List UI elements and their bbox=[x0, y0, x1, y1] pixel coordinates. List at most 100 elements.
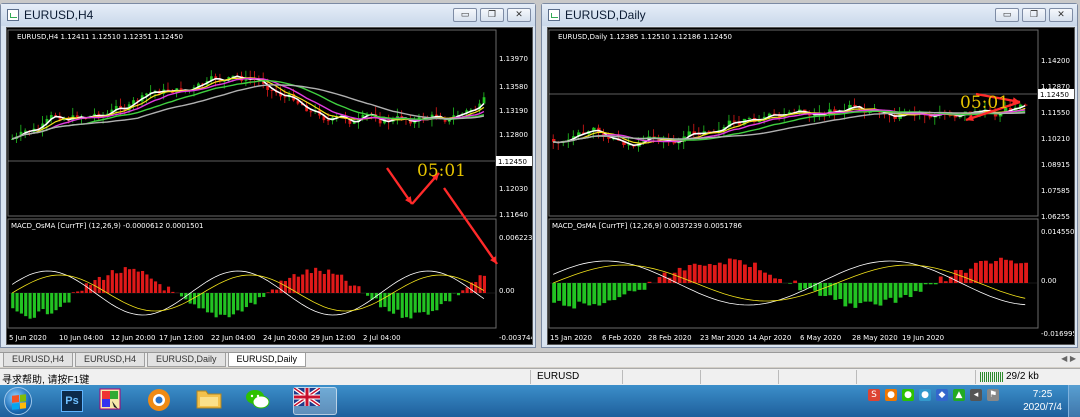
macd-histogram-bar bbox=[758, 270, 762, 283]
window-titlebar[interactable]: EURUSD,H4 ▭ ❐ ✕ bbox=[1, 4, 535, 26]
tab-scroll-arrows[interactable]: ◀ ▶ bbox=[1061, 354, 1076, 363]
macd-histogram-bar bbox=[461, 290, 465, 293]
macd-histogram-bar bbox=[106, 275, 110, 293]
wechat-tray-icon[interactable]: ● bbox=[902, 389, 914, 401]
macd-histogram-bar bbox=[722, 264, 727, 283]
macd-histogram-bar bbox=[552, 283, 557, 303]
photoshop-icon: Ps bbox=[61, 390, 83, 412]
sogou-input-icon[interactable]: S bbox=[868, 389, 880, 401]
macd-histogram-bar bbox=[557, 283, 562, 301]
candle-body bbox=[309, 111, 313, 113]
status-bar: 寻求帮助, 请按F1键 EURUSD 29/2 kb bbox=[0, 368, 1080, 386]
time-tick-label: 14 Apr 2020 bbox=[748, 334, 791, 342]
chart-canvas[interactable]: EURUSD,H4 1.12411 1.12510 1.12351 1.1245… bbox=[7, 28, 533, 345]
tab-eurusd-daily[interactable]: EURUSD,Daily bbox=[227, 353, 307, 367]
browser-taskbar-button[interactable] bbox=[146, 387, 190, 415]
macd-histogram-bar bbox=[45, 293, 49, 315]
tab-eurusd-h4[interactable]: EURUSD,H4 bbox=[75, 353, 146, 367]
macd-histogram-bar bbox=[893, 283, 898, 303]
tab-eurusd-h4[interactable]: EURUSD,H4 bbox=[3, 353, 74, 367]
chart-canvas[interactable]: EURUSD,Daily 1.12385 1.12510 1.12186 1.1… bbox=[548, 28, 1075, 345]
qq-tray-icon[interactable]: ● bbox=[919, 389, 931, 401]
start-button[interactable] bbox=[4, 387, 32, 415]
macd-histogram-bar bbox=[928, 283, 933, 285]
macd-histogram-bar bbox=[607, 283, 612, 301]
restore-button[interactable]: ❐ bbox=[480, 8, 504, 22]
price-chart-area[interactable]: EURUSD,H4 1.12411 1.12510 1.12351 1.1245… bbox=[6, 27, 533, 345]
price-plot-frame bbox=[548, 29, 1039, 217]
status-help-text: 寻求帮助, 请按F1键 bbox=[2, 375, 90, 386]
macd-histogram-bar bbox=[732, 259, 737, 283]
red-arrow-annotation bbox=[443, 187, 498, 265]
explorer-taskbar-button[interactable] bbox=[196, 387, 240, 415]
macd-histogram-bar bbox=[353, 285, 357, 293]
macd-histogram-bar bbox=[918, 283, 923, 292]
chart-window-daily[interactable]: EURUSD,Daily ▭ ❐ ✕ EURUSD,Daily 1.12385 … bbox=[541, 3, 1078, 348]
speaker-icon[interactable]: ◂ bbox=[970, 389, 982, 401]
window-title: EURUSD,Daily bbox=[565, 8, 646, 22]
macd-histogram-bar bbox=[201, 293, 205, 309]
macd-histogram-bar bbox=[435, 293, 439, 311]
network-icon[interactable]: ▲ bbox=[953, 389, 965, 401]
taskbar-clock[interactable]: 7:25 2020/7/4 bbox=[1023, 388, 1062, 414]
folder-icon bbox=[196, 390, 222, 409]
macd-histogram-bar bbox=[279, 280, 283, 293]
tab-eurusd-daily[interactable]: EURUSD,Daily bbox=[147, 353, 226, 367]
price-chart-area[interactable]: EURUSD,Daily 1.12385 1.12510 1.12186 1.1… bbox=[547, 27, 1075, 345]
macd-histogram-bar bbox=[943, 281, 948, 283]
macd-histogram-bar bbox=[1019, 263, 1023, 283]
close-button[interactable]: ✕ bbox=[507, 8, 531, 22]
macd-histogram-bar bbox=[357, 286, 361, 293]
security-app-icon[interactable]: ● bbox=[885, 389, 897, 401]
macd-histogram-bar bbox=[798, 283, 803, 291]
macd-histogram-bar bbox=[707, 263, 712, 283]
macd-histogram-bar bbox=[162, 290, 166, 293]
price-tick-label: 1.13580 bbox=[499, 83, 528, 91]
macd-histogram-bar bbox=[296, 276, 300, 293]
wechat-taskbar-button[interactable] bbox=[244, 387, 288, 415]
minimize-button[interactable]: ▭ bbox=[995, 8, 1019, 22]
macd-histogram-bar bbox=[868, 283, 873, 302]
macd-histogram-bar bbox=[1014, 263, 1018, 283]
macd-histogram-bar bbox=[158, 284, 162, 293]
minimize-button[interactable]: ▭ bbox=[453, 8, 477, 22]
windows-taskbar: Ps S ● ● ● ◆ ▲ ◂ ⚑ 7:25 2020/7/4 bbox=[0, 385, 1080, 417]
macd-histogram-bar bbox=[973, 262, 978, 283]
traffic-text: 29/2 kb bbox=[1006, 371, 1039, 382]
photoshop-taskbar-button[interactable]: Ps bbox=[50, 387, 94, 415]
macd-histogram-bar bbox=[465, 287, 469, 293]
macd-histogram-bar bbox=[63, 293, 67, 303]
macd-histogram-bar bbox=[426, 293, 430, 315]
window-titlebar[interactable]: EURUSD,Daily ▭ ❐ ✕ bbox=[542, 4, 1077, 26]
macd-histogram-bar bbox=[275, 289, 279, 293]
macd-tick-label: 0.00 bbox=[499, 287, 515, 295]
shield-icon[interactable]: ◆ bbox=[936, 389, 948, 401]
moving-average-line bbox=[11, 84, 485, 140]
macd-histogram-bar bbox=[50, 293, 54, 314]
current-price-label: 1.12450 bbox=[498, 158, 527, 166]
paint-taskbar-button[interactable] bbox=[98, 387, 142, 415]
show-desktop-button[interactable] bbox=[1068, 385, 1080, 417]
connection-bars-icon bbox=[980, 371, 1003, 382]
price-tick-label: 1.14200 bbox=[1041, 57, 1070, 65]
chart-window-h4[interactable]: EURUSD,H4 ▭ ❐ ✕ EURUSD,H4 1.12411 1.1251… bbox=[0, 3, 536, 348]
connection-status[interactable]: 29/2 kb bbox=[980, 371, 1039, 382]
status-divider bbox=[622, 370, 623, 384]
macd-header: MACD_OsMA [CurrTF] (12,26,9) -0.0000612 … bbox=[11, 222, 204, 230]
macd-histogram-bar bbox=[19, 293, 23, 314]
flag-icon[interactable]: ⚑ bbox=[987, 389, 999, 401]
metatrader-taskbar-button[interactable] bbox=[293, 387, 337, 415]
restore-button[interactable]: ❐ bbox=[1022, 8, 1046, 22]
macd-histogram-bar bbox=[244, 293, 248, 308]
macd-header: MACD_OsMA [CurrTF] (12,26,9) 0.0037239 0… bbox=[552, 222, 743, 230]
macd-histogram-bar bbox=[404, 293, 409, 318]
macd-histogram-bar bbox=[283, 281, 287, 293]
close-button[interactable]: ✕ bbox=[1049, 8, 1073, 22]
macd-histogram-bar bbox=[166, 286, 171, 293]
macd-histogram-bar bbox=[682, 270, 687, 283]
macd-histogram-bar bbox=[562, 283, 567, 306]
macd-histogram-bar bbox=[309, 273, 313, 293]
clock-date: 2020/7/4 bbox=[1023, 402, 1062, 413]
macd-histogram-bar bbox=[597, 283, 602, 306]
window-title: EURUSD,H4 bbox=[24, 8, 94, 22]
